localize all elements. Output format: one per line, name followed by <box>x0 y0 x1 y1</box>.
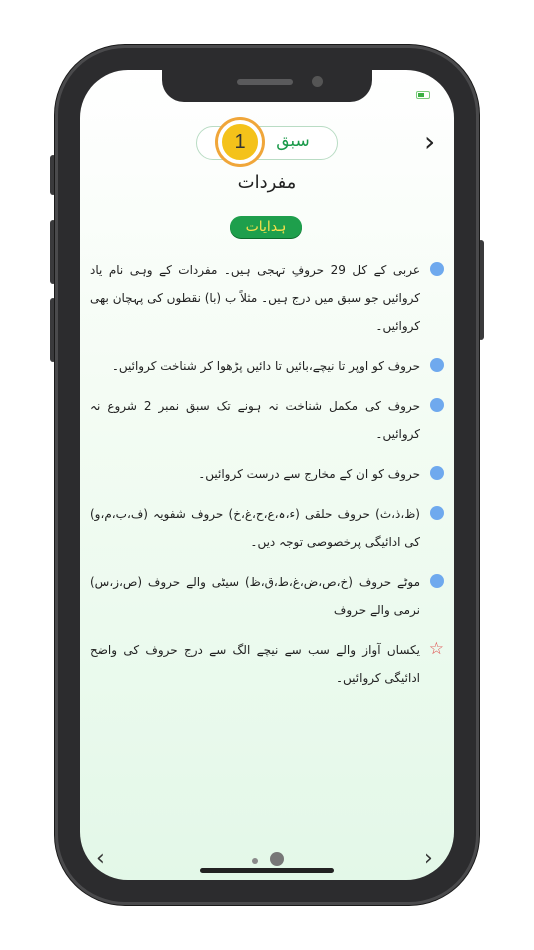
list-item: حروف کی مکمل شناخت نہ ہونے تک سبق نمبر 2… <box>90 392 446 448</box>
list-item: حروف کو اوپر تا نیچے،بائیں تا دائیں پڑھو… <box>90 352 446 380</box>
bullet-icon <box>430 574 444 588</box>
list-item-text: حروف کو ان کے مخارج سے درست کروائیں۔ <box>198 467 420 481</box>
lesson-number-badge: 1 <box>218 120 262 164</box>
list-item: عربی کے کل 29 حروفِ تہجی ہیں۔ مفردات کے … <box>90 256 446 340</box>
page-indicator-dot-active[interactable] <box>270 852 284 866</box>
camera <box>312 76 323 87</box>
list-item-text: موٹے حروف (خ،ص،ض،غ،ط،ق،ظ) سیٹی والے حروف… <box>90 575 420 617</box>
bullet-icon <box>430 466 444 480</box>
bullet-icon <box>430 262 444 276</box>
instructions-badge: ہدایات <box>230 216 302 238</box>
list-item: (ظ،ذ،ث) حروف حلقی (ء،ہ،ع،ح،غ،خ) حروف شفو… <box>90 500 446 556</box>
instructions-list: عربی کے کل 29 حروفِ تہجی ہیں۔ مفردات کے … <box>90 256 446 704</box>
previous-page-chevron-icon[interactable]: ‹ <box>96 848 105 870</box>
list-item-text: (ظ،ذ،ث) حروف حلقی (ء،ہ،ع،ح،غ،خ) حروف شفو… <box>90 507 420 549</box>
list-item: موٹے حروف (خ،ص،ض،غ،ط،ق،ظ) سیٹی والے حروف… <box>90 568 446 624</box>
lesson-label: سبق <box>276 131 310 151</box>
notch <box>162 70 372 102</box>
list-item: حروف کو ان کے مخارج سے درست کروائیں۔ <box>90 460 446 488</box>
next-page-chevron-icon[interactable]: › <box>424 848 433 870</box>
home-indicator <box>200 868 334 873</box>
list-item-text: عربی کے کل 29 حروفِ تہجی ہیں۔ مفردات کے … <box>90 263 420 333</box>
speaker <box>237 79 293 85</box>
list-item: ☆ یکساں آواز والے سب سے نیچے الگ سے درج … <box>90 636 446 692</box>
star-icon: ☆ <box>428 639 444 659</box>
bullet-icon <box>430 358 444 372</box>
app-screen: سبق 1 › مفردات ہدایات عربی کے کل 29 حروف… <box>80 70 454 880</box>
bullet-icon <box>430 398 444 412</box>
page-title: مفردات <box>237 172 297 193</box>
list-item-text: حروف کی مکمل شناخت نہ ہونے تک سبق نمبر 2… <box>90 399 421 441</box>
next-lesson-chevron-icon[interactable]: › <box>424 128 444 156</box>
battery-icon <box>416 91 430 99</box>
list-item-text: یکساں آواز والے سب سے نیچے الگ سے درج حر… <box>90 643 420 685</box>
page-indicator-dot[interactable] <box>252 858 258 864</box>
bullet-icon <box>430 506 444 520</box>
list-item-text: حروف کو اوپر تا نیچے،بائیں تا دائیں پڑھو… <box>111 359 420 373</box>
